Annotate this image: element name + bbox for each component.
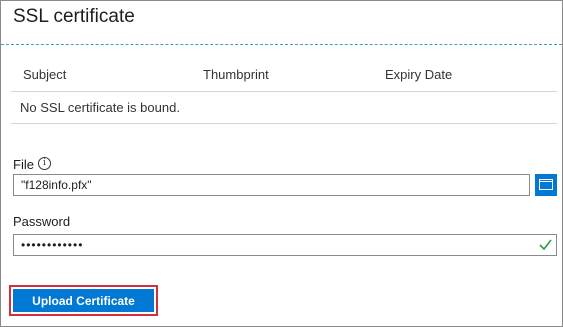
column-subject: Subject	[23, 67, 67, 82]
table-empty-row: No SSL certificate is bound.	[11, 92, 557, 124]
checkmark-icon	[539, 239, 552, 251]
info-icon[interactable]: i	[38, 157, 51, 170]
file-input[interactable]	[13, 174, 530, 196]
blade-title: SSL certificate	[13, 6, 135, 27]
upload-button-highlight: Upload Certificate	[9, 285, 158, 316]
upload-certificate-button[interactable]: Upload Certificate	[13, 289, 154, 312]
password-field[interactable]	[13, 234, 557, 256]
empty-message: No SSL certificate is bound.	[20, 100, 180, 115]
certificate-table-header: Subject Thumbprint Expiry Date	[11, 57, 557, 92]
folder-browse-button[interactable]	[535, 174, 557, 196]
folder-browse-icon	[539, 179, 553, 190]
title-divider	[1, 44, 562, 45]
password-label: Password	[13, 214, 71, 229]
column-expiry-date: Expiry Date	[385, 67, 453, 82]
file-label: File	[13, 157, 34, 172]
ssl-certificate-blade: SSL certificate Subject Thumbprint Expir…	[0, 0, 563, 327]
column-thumbprint: Thumbprint	[203, 67, 269, 82]
